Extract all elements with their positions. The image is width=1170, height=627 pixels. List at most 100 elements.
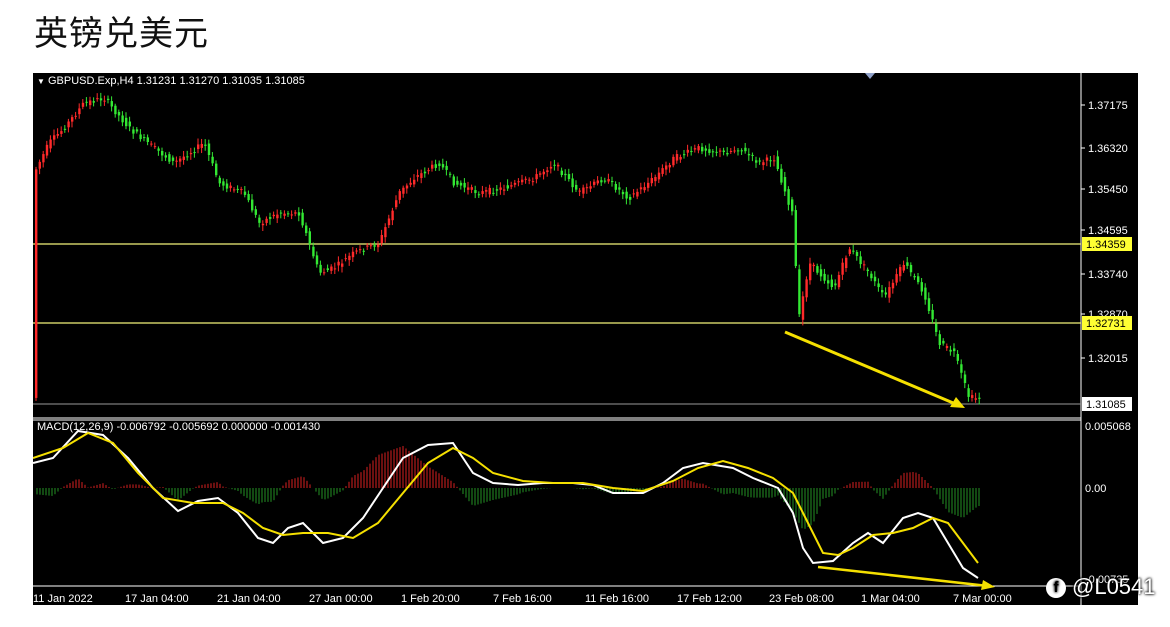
- candle-body: [542, 171, 545, 175]
- time-tick: 1 Feb 20:00: [401, 593, 460, 605]
- dropdown-triangle-icon[interactable]: ▼: [37, 77, 45, 86]
- candle-body: [618, 187, 621, 190]
- candle-body: [323, 272, 326, 274]
- candle-body: [132, 129, 135, 134]
- candle-body: [758, 160, 761, 162]
- candle-body: [949, 349, 952, 352]
- candle-body: [366, 245, 369, 247]
- candle-body: [74, 115, 77, 117]
- symbol-info[interactable]: ▼ GBPUSD.Exp,H4 1.31231 1.31270 1.31035 …: [37, 75, 305, 87]
- candle-body: [355, 250, 358, 252]
- time-tick: 1 Mar 04:00: [861, 593, 920, 605]
- candle-body: [157, 148, 160, 151]
- candle-body: [719, 150, 722, 152]
- candle-body: [45, 144, 49, 156]
- candle-body: [827, 280, 830, 284]
- candle-body: [924, 287, 927, 300]
- candle-body: [96, 98, 99, 100]
- candle-body: [143, 137, 146, 139]
- candle-body: [351, 251, 355, 258]
- candle-body: [582, 187, 585, 194]
- candle-body: [539, 173, 542, 175]
- candle-body: [254, 209, 257, 215]
- candle-body: [967, 388, 970, 397]
- candle-body: [171, 157, 175, 161]
- candle-body: [776, 156, 779, 170]
- candle-body: [668, 164, 671, 168]
- candle-body: [38, 161, 41, 169]
- candle-body: [938, 334, 941, 345]
- candle-body: [819, 269, 823, 277]
- candle-body: [416, 175, 419, 177]
- candle-body: [747, 154, 751, 156]
- candle-body: [279, 212, 283, 214]
- candle-body: [117, 111, 121, 116]
- candle-body: [452, 176, 455, 186]
- candle-body: [49, 139, 52, 149]
- candle-body: [711, 151, 715, 153]
- candle-body: [297, 212, 301, 216]
- candle-body: [301, 212, 304, 226]
- candle-body: [899, 267, 902, 277]
- candle-body: [956, 353, 959, 361]
- candlesticks: [35, 92, 981, 405]
- candle-body: [204, 144, 207, 146]
- price-trend-arrow: [784, 330, 959, 407]
- candle-body: [697, 146, 700, 151]
- candle-body: [463, 182, 466, 188]
- candle-body: [528, 179, 531, 181]
- candle-body: [495, 189, 499, 191]
- candle-body: [755, 160, 758, 163]
- candle-body: [837, 274, 841, 288]
- candle-body: [765, 157, 769, 161]
- candle-body: [499, 187, 502, 190]
- candle-body: [920, 282, 923, 292]
- chart-canvas[interactable]: 1.37175 1.36320 1.35450 1.34595 1.33740 …: [33, 73, 1138, 605]
- macd-histogram: [36, 446, 980, 529]
- candle-body: [182, 156, 185, 160]
- candle-body: [729, 150, 733, 152]
- watermark-handle: @L0541: [1072, 574, 1156, 599]
- candle-body: [593, 181, 596, 185]
- candle-body: [395, 200, 398, 208]
- candle-body: [477, 194, 481, 196]
- candle-body: [733, 150, 736, 152]
- candle-body: [99, 98, 103, 101]
- macd-tick: 0.00: [1085, 483, 1106, 495]
- scroll-marker-icon[interactable]: [865, 73, 875, 79]
- candle-body: [672, 156, 675, 166]
- candle-body: [909, 264, 913, 273]
- candle-body: [560, 170, 563, 176]
- candle-body: [42, 154, 45, 163]
- candle-body: [391, 210, 394, 221]
- level-label: 1.32731: [1086, 318, 1126, 330]
- candle-body: [686, 149, 689, 153]
- candle-body: [89, 100, 92, 106]
- candle-body: [236, 188, 239, 190]
- candle-body: [305, 225, 308, 234]
- candle-body: [485, 190, 488, 192]
- candle-body: [344, 258, 347, 260]
- candle-body: [211, 156, 214, 164]
- candle-body: [63, 128, 67, 130]
- candle-body: [704, 148, 707, 151]
- candle-body: [161, 151, 164, 156]
- candle-body: [852, 250, 855, 252]
- trading-chart[interactable]: 1.37175 1.36320 1.35450 1.34595 1.33740 …: [33, 73, 1138, 605]
- candle-body: [564, 173, 567, 176]
- candle-body: [888, 287, 891, 298]
- macd-indicator-label: MACD(12,26,9) -0.006792 -0.005692 0.0000…: [37, 421, 321, 433]
- symbol-ohlc: GBPUSD.Exp,H4 1.31231 1.31270 1.31035 1.…: [47, 75, 305, 87]
- candle-body: [103, 100, 106, 102]
- candle-body: [308, 231, 311, 244]
- candle-body: [420, 173, 423, 179]
- candle-body: [783, 177, 787, 192]
- candle-body: [773, 160, 776, 162]
- candle-body: [35, 169, 38, 398]
- candle-body: [866, 269, 869, 272]
- candle-body: [513, 182, 517, 185]
- candle-body: [233, 189, 236, 191]
- candle-body: [341, 263, 344, 267]
- candle-body: [963, 374, 967, 384]
- candle-body: [456, 180, 459, 185]
